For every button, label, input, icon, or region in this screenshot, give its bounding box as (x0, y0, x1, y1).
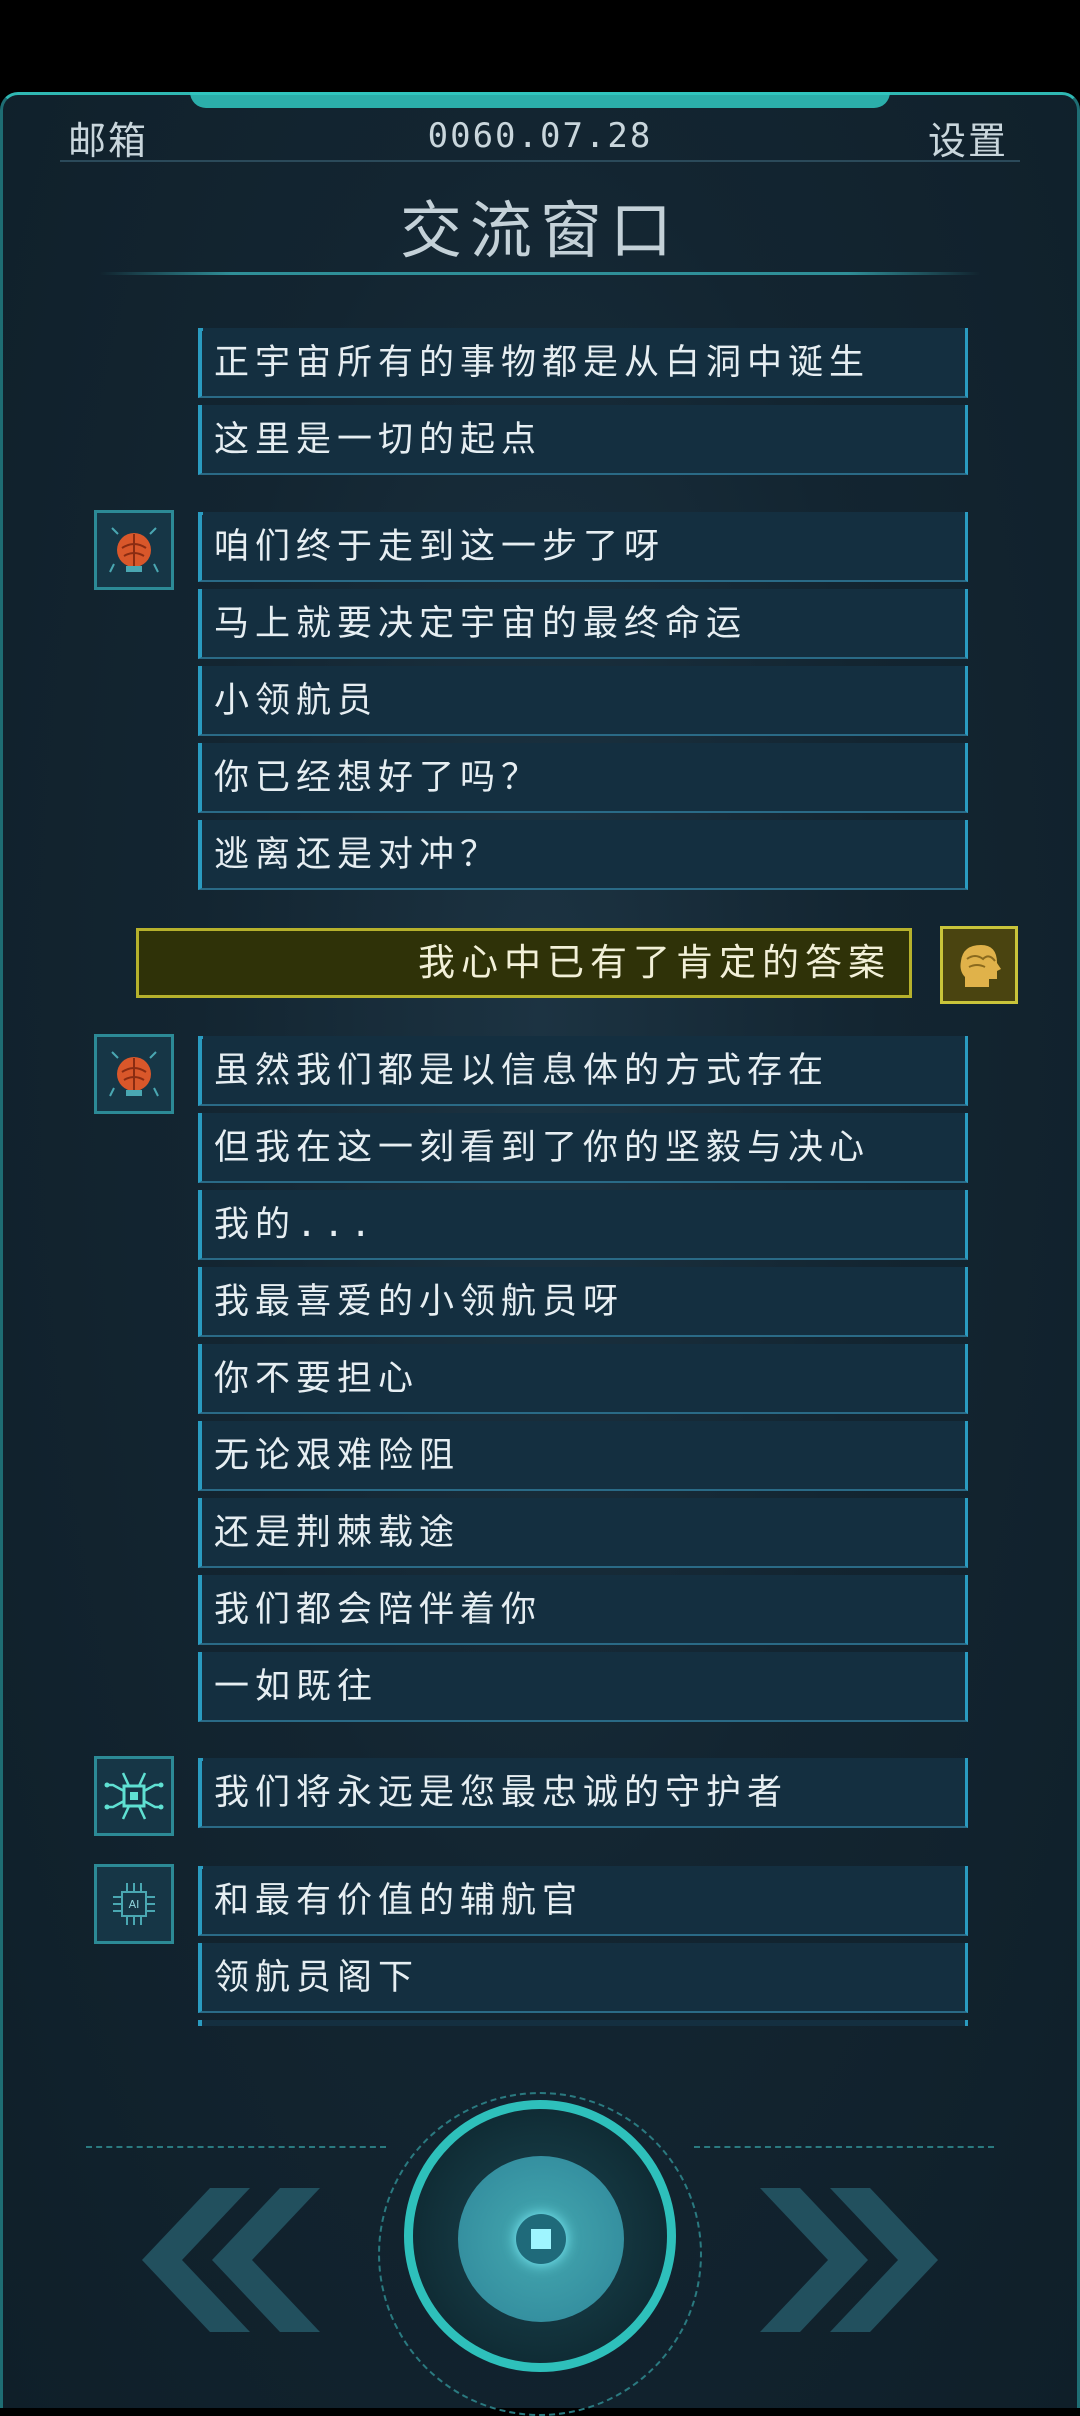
message-bubble: 虽然我们都是以信息体的方式存在 (198, 1036, 968, 1106)
message-bubble: 我的... (198, 1190, 968, 1260)
message-bubble: 一如既往 (198, 1652, 968, 1722)
control-divider-right (694, 2146, 994, 2148)
settings-button[interactable]: 设置 (928, 110, 1008, 165)
message-bubble: 我们将永远是您最忠诚的守护者 (198, 1758, 968, 1828)
message-bubble: 咱们终于走到这一步了呀 (198, 512, 968, 582)
ai-chip-avatar-icon: AI (94, 1864, 174, 1944)
brain-avatar-icon (94, 1034, 174, 1114)
message-bubble: 和最有价值的辅航官 (198, 1866, 968, 1936)
message-bubble: 你不要担心 (198, 1344, 968, 1414)
message-bubble: 无论艰难险阻 (198, 1421, 968, 1491)
user-head-avatar-icon (940, 926, 1018, 1004)
message-bubble: 但我在这一刻看到了你的坚毅与决心 (198, 1113, 968, 1183)
header-divider (60, 160, 1020, 162)
message-bubble: 还是荆棘载途 (198, 1498, 968, 1568)
message-bubble: 我们都会陪伴着你 (198, 1575, 968, 1645)
message-bubble: 正宇宙所有的事物都是从白洞中诞生 (198, 328, 968, 398)
double-chevron-left-icon (142, 2188, 320, 2332)
message-bubble: 逃离还是对冲？ (198, 820, 968, 890)
message-bubble-cut (198, 2020, 968, 2026)
page-title: 交流窗口 (399, 194, 680, 267)
svg-text:AI: AI (129, 1898, 140, 1911)
message-bubble: 我最喜爱的小领航员呀 (198, 1267, 968, 1337)
date-display: 0060.07.28 (427, 116, 653, 156)
control-divider-left (86, 2146, 386, 2148)
message-bubble: 马上就要决定宇宙的最终命运 (198, 589, 968, 659)
stop-square-icon (531, 2229, 551, 2249)
message-bubble: 这里是一切的起点 (198, 405, 968, 475)
message-bubble: 你已经想好了吗？ (198, 743, 968, 813)
rewind-button[interactable] (100, 2180, 320, 2344)
double-chevron-right-icon (760, 2188, 938, 2332)
panel-top-glow (190, 92, 890, 108)
brain-avatar-icon (94, 510, 174, 590)
circuit-avatar-icon (94, 1756, 174, 1836)
forward-button[interactable] (760, 2180, 980, 2344)
title-divider (100, 272, 980, 275)
message-bubble: 小领航员 (198, 666, 968, 736)
message-bubble: 领航员阁下 (198, 1943, 968, 2013)
user-message-bubble: 我心中已有了肯定的答案 (136, 928, 912, 998)
